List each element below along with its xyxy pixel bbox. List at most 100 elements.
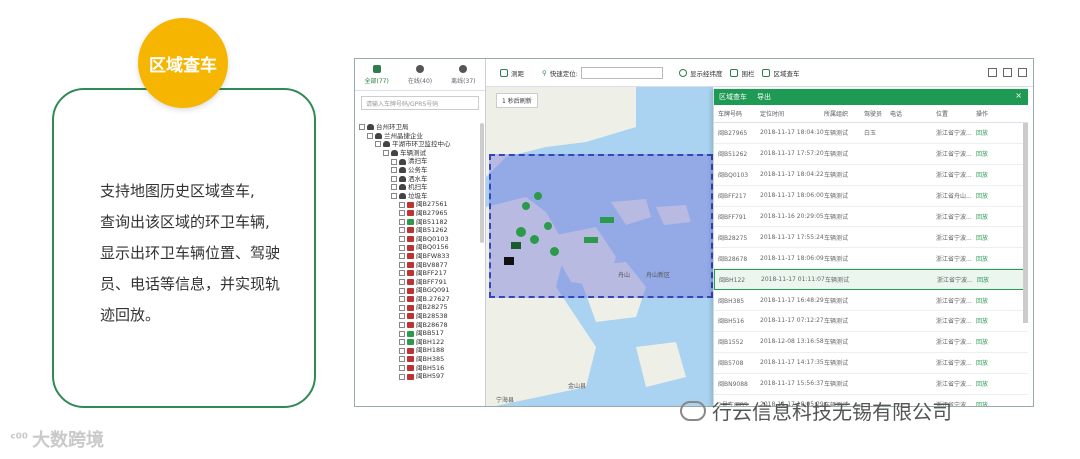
- vehicle-marker[interactable]: [511, 242, 521, 249]
- playback-link[interactable]: 回放: [976, 316, 996, 325]
- tab-offline[interactable]: 离线(37): [442, 59, 485, 90]
- tree-node[interactable]: 台州环卫局: [359, 123, 481, 132]
- table-row[interactable]: 闽BN9088 2018-11-17 15:56:37 车辆测试 浙江省宁波... 回放: [714, 374, 1028, 395]
- playback-link[interactable]: 回放: [976, 149, 996, 158]
- tree-vehicle[interactable]: 闽BQ0156: [359, 243, 481, 252]
- table-row[interactable]: 闽BQ0103 2018-11-17 18:04:22 车辆测试 浙江省宁波... 回放: [714, 165, 1028, 186]
- vehicle-marker[interactable]: [600, 217, 614, 223]
- column-header[interactable]: 电话: [890, 109, 936, 118]
- playback-link[interactable]: 回放: [976, 212, 996, 221]
- playback-link[interactable]: 回放: [976, 170, 996, 179]
- vehicle-marker[interactable]: [584, 237, 598, 243]
- layout-full-icon[interactable]: [1018, 68, 1027, 77]
- tree-node[interactable]: 公务车: [359, 166, 481, 175]
- tree-node[interactable]: 垃圾车: [359, 192, 481, 201]
- playback-link[interactable]: 回放: [976, 128, 996, 137]
- vehicle-marker[interactable]: [516, 227, 526, 237]
- tree-vehicle[interactable]: 闽BB517: [359, 329, 481, 338]
- export-button[interactable]: 导出: [757, 92, 771, 102]
- table-row[interactable]: 闽B28678 2018-11-17 18:06:09 车辆测试 浙江省宁波... 回放: [714, 248, 1028, 270]
- quick-locate-input[interactable]: [580, 66, 663, 79]
- tree-vehicle[interactable]: 闽BH597: [359, 372, 481, 381]
- tree-vehicle[interactable]: 闽BFW833: [359, 252, 481, 261]
- playback-link[interactable]: 回放: [976, 400, 996, 406]
- area-search-button[interactable]: 区域查车: [762, 68, 799, 78]
- refresh-button[interactable]: 1 秒后刷新: [496, 93, 538, 108]
- tree-vehicle[interactable]: 闽BV8877: [359, 261, 481, 270]
- tree-vehicle[interactable]: 闽BQ0103: [359, 235, 481, 244]
- tree-vehicle[interactable]: 闽B.27627: [359, 295, 481, 304]
- table-row[interactable]: 闽B51262 2018-11-17 17:57:20 车辆测试 浙江省宁波... 回放: [714, 144, 1028, 165]
- playback-link[interactable]: 回放: [976, 254, 996, 263]
- table-row[interactable]: 闽B1552 2018-12-08 13:16:58 车辆测试 浙江省宁波... 回放: [714, 332, 1028, 353]
- table-cell: 车辆测试: [824, 234, 849, 242]
- tree-vehicle[interactable]: 闽B51262: [359, 226, 481, 235]
- tree-vehicle[interactable]: 闽B51182: [359, 218, 481, 227]
- org-icon: [367, 124, 374, 131]
- tree-vehicle[interactable]: 闽BH385: [359, 355, 481, 364]
- table-row[interactable]: 闽BH385 2018-11-17 16:48:29 车辆测试 浙江省宁波... 回放: [714, 290, 1028, 312]
- column-header[interactable]: 所属组织: [824, 109, 864, 118]
- playback-link[interactable]: 回放: [976, 191, 996, 200]
- layout-single-icon[interactable]: [988, 68, 997, 77]
- table-cell: 车辆测试: [824, 193, 849, 201]
- tree-node[interactable]: 清扫车: [359, 157, 481, 166]
- tree-node[interactable]: 洒水车: [359, 175, 481, 184]
- tree-vehicle[interactable]: 闽B27561: [359, 200, 481, 209]
- table-row[interactable]: 闽B5708 2018-11-17 14:17:35 车辆测试 浙江省宁波... 回放: [714, 353, 1028, 374]
- tree-vehicle[interactable]: 闽BGQ091: [359, 286, 481, 295]
- tree-vehicle[interactable]: 闽B28275: [359, 303, 481, 312]
- map-label: 舟山新区: [646, 272, 671, 279]
- tree-vehicle[interactable]: 闽BH188: [359, 346, 481, 355]
- table-row[interactable]: 闽B28275 2018-11-17 17:55:24 车辆测试 浙江省宁波... 回放: [714, 227, 1028, 249]
- playback-link[interactable]: 回放: [976, 379, 996, 388]
- table-row[interactable]: 闽BH122 2018-11-17 01:11:07 车辆测试 浙江省宁波... 回放: [714, 269, 1028, 291]
- tree-vehicle[interactable]: 闽BH122: [359, 338, 481, 347]
- playback-link[interactable]: 回放: [976, 296, 996, 305]
- vehicle-marker[interactable]: [534, 192, 542, 200]
- tree-scrollbar[interactable]: [480, 123, 484, 243]
- playback-link[interactable]: 回放: [976, 337, 996, 346]
- vehicle-marker[interactable]: [544, 222, 552, 230]
- table-row[interactable]: 闽BH516 2018-11-17 07:12:27 车辆测试 浙江省宁波... 回放: [714, 311, 1028, 332]
- measure-button[interactable]: 测距: [500, 68, 524, 78]
- tree-vehicle[interactable]: 闽B28678: [359, 321, 481, 330]
- tree-vehicle[interactable]: 闽B27965: [359, 209, 481, 218]
- column-header[interactable]: 车牌号码: [714, 109, 760, 118]
- vehicle-marker[interactable]: [522, 202, 530, 210]
- column-header[interactable]: 位置: [936, 109, 976, 118]
- table-cell: 闽BH122: [719, 277, 746, 285]
- column-header[interactable]: 驾驶员: [864, 109, 890, 118]
- vehicle-marker[interactable]: [530, 235, 539, 244]
- column-header[interactable]: 定位时间: [760, 109, 824, 118]
- show-coordinates-button[interactable]: 显示经纬度: [678, 68, 722, 78]
- close-icon[interactable]: ×: [1015, 91, 1022, 100]
- tree-vehicle[interactable]: 闽BH516: [359, 364, 481, 373]
- tree-node[interactable]: 平湖市环卫监控中心: [359, 140, 481, 149]
- playback-link[interactable]: 回放: [977, 275, 997, 284]
- tree-vehicle[interactable]: 闽B28538: [359, 312, 481, 321]
- tree-vehicle[interactable]: 闽BFF217: [359, 269, 481, 278]
- fence-button[interactable]: 围栏: [730, 68, 754, 78]
- table-cell: 闽BFF217: [718, 193, 747, 201]
- table-row[interactable]: 闽BFF791 2018-11-16 20:29:05 车辆测试 浙江省宁波... 回放: [714, 207, 1028, 228]
- layout-split-icon[interactable]: [1003, 68, 1012, 77]
- tab-online[interactable]: 在线(40): [398, 59, 441, 90]
- tree-node[interactable]: 兰州晶捷企业: [359, 132, 481, 141]
- vehicle-search-input[interactable]: 请输入车牌号码/GPRS号码: [361, 96, 479, 110]
- table-row[interactable]: 闽BFF217 2018-11-17 18:06:00 车辆测试 浙江省舟山... 回放: [714, 186, 1028, 207]
- vehicle-marker[interactable]: [550, 247, 559, 256]
- panel-scrollbar[interactable]: [1023, 123, 1028, 323]
- tree-vehicle[interactable]: 闽BFF791: [359, 278, 481, 287]
- table-row[interactable]: 闽B27965 2018-11-17 18:04:10 车辆测试 白玉 浙江省宁波...…: [714, 123, 1028, 144]
- vehicle-marker[interactable]: [504, 257, 514, 265]
- playback-link[interactable]: 回放: [976, 358, 996, 367]
- watermark-right-text: 行云信息科技无锡有限公司: [712, 400, 952, 424]
- playback-link[interactable]: 回放: [976, 233, 996, 242]
- map-area[interactable]: 1 秒后刷新 舟山 舟山新区 金山县 宁海县: [486, 87, 713, 406]
- tab-all[interactable]: 全部(77): [355, 59, 398, 90]
- table-cell: 浙江省宁波...: [936, 214, 972, 221]
- table-cell: 浙江省宁波...: [936, 172, 972, 180]
- area-selection-rect[interactable]: [489, 154, 713, 298]
- tree-node[interactable]: 机扫车: [359, 183, 481, 192]
